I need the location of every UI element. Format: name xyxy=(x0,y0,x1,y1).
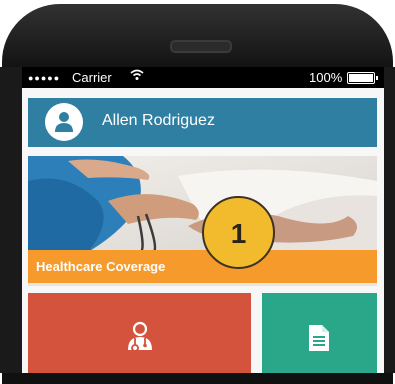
battery-level-fill xyxy=(349,74,373,82)
earpiece-speaker xyxy=(170,40,232,53)
user-header[interactable]: Allen Rodriguez xyxy=(28,98,377,147)
phone-gloss xyxy=(2,4,393,74)
carrier-label: Carrier xyxy=(72,70,112,85)
signal-strength-icon: ●●●●● xyxy=(28,73,61,83)
status-bar: ●●●●● Carrier 100% xyxy=(22,67,384,88)
badge-number: 1 xyxy=(230,218,247,249)
healthcare-coverage-card[interactable]: Healthcare Coverage xyxy=(28,156,377,286)
wifi-icon xyxy=(130,69,144,84)
doctor-icon xyxy=(128,321,152,351)
battery-icon xyxy=(347,72,378,84)
document-tile[interactable] xyxy=(262,293,377,373)
phone-bezel-right xyxy=(384,67,395,373)
app-screen: ●●●●● Carrier 100% Allen Rodriguez Healt… xyxy=(22,67,384,373)
user-name: Allen Rodriguez xyxy=(102,112,215,129)
notification-badge: 1 xyxy=(202,196,275,269)
doctor-tile[interactable] xyxy=(28,293,251,373)
avatar[interactable] xyxy=(45,103,83,141)
phone-bezel-left xyxy=(0,67,22,373)
hero-caption-bar: Healthcare Coverage xyxy=(28,250,377,283)
user-icon xyxy=(55,112,73,132)
battery-percentage: 100% xyxy=(309,70,343,85)
document-icon xyxy=(309,325,329,351)
hero-caption: Healthcare Coverage xyxy=(36,259,166,274)
